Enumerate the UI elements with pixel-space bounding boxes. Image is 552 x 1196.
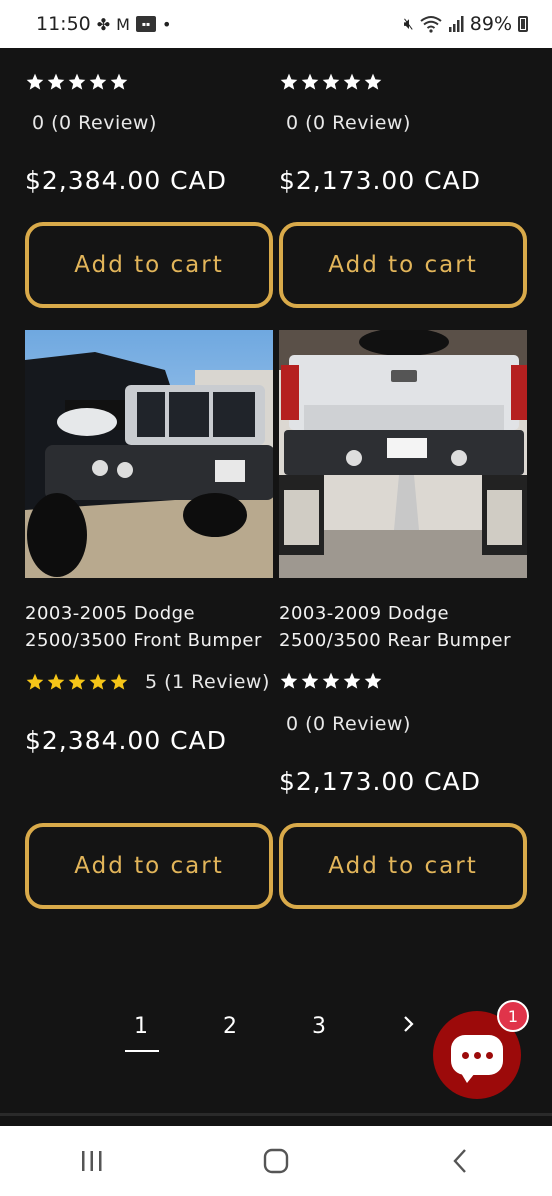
star-icon xyxy=(301,672,319,689)
rating-row: 5 (1 Review) xyxy=(25,671,270,693)
truck-rear-image xyxy=(279,330,527,578)
product-title-line: 2500/3500 Rear Bumper xyxy=(279,630,512,651)
product-price: $2,384.00 CAD xyxy=(25,726,227,755)
page-link-2[interactable]: 2 xyxy=(223,1014,237,1039)
current-page-indicator xyxy=(125,1050,159,1052)
product-title-line: 2003-2005 Dodge xyxy=(25,603,196,624)
star-icon xyxy=(364,672,382,689)
product-price: $2,173.00 CAD xyxy=(279,767,481,796)
star-icon xyxy=(343,73,361,90)
status-bar: 11:50 ✤ M ▪▪ • 🔇︎ 89% xyxy=(0,0,552,48)
add-to-cart-button[interactable]: Add to cart xyxy=(25,823,273,909)
star-icon xyxy=(301,73,319,90)
star-icon xyxy=(47,673,65,690)
star-icon xyxy=(364,73,382,90)
rating-text: 0 (0 Review) xyxy=(286,713,411,735)
star-icon xyxy=(280,672,298,689)
rating-text: 0 (0 Review) xyxy=(286,112,411,134)
rating-stars xyxy=(25,72,273,92)
chat-bubble-icon xyxy=(451,1035,503,1083)
add-to-cart-button[interactable]: Add to cart xyxy=(279,222,527,308)
footer-divider xyxy=(0,1113,552,1116)
chat-notification-badge: 1 xyxy=(497,1000,529,1032)
status-time: 11:50 xyxy=(36,13,91,35)
product-image-front-bumper[interactable] xyxy=(25,330,273,578)
star-icon xyxy=(110,73,128,90)
star-icon xyxy=(68,73,86,90)
apps-icon: ✤ xyxy=(96,14,111,34)
star-icon xyxy=(110,673,128,690)
star-icon xyxy=(68,673,86,690)
product-image-rear-bumper[interactable] xyxy=(279,330,527,578)
star-icon xyxy=(280,73,298,90)
wifi-icon xyxy=(420,15,442,33)
product-grid: 0 (0 Review) $2,384.00 CAD Add to cart 0… xyxy=(0,48,552,1116)
product-title-line: 2500/3500 Front Bumper xyxy=(25,630,262,651)
truck-front-image xyxy=(25,330,273,578)
rating-stars xyxy=(25,672,129,692)
star-icon xyxy=(89,673,107,690)
rating-stars xyxy=(279,671,383,691)
product-title[interactable]: 2003-2009 Dodge 2500/3500 Rear Bumper xyxy=(279,600,539,654)
battery-percent: 89% xyxy=(469,13,512,35)
recent-apps-icon[interactable] xyxy=(62,1136,122,1186)
battery-icon xyxy=(518,16,528,32)
page-link-3[interactable]: 3 xyxy=(312,1014,326,1039)
rating-text: 0 (0 Review) xyxy=(32,112,157,134)
product-price: $2,173.00 CAD xyxy=(279,166,481,195)
product-title-line: 2003-2009 Dodge xyxy=(279,603,450,624)
signal-icon xyxy=(448,16,464,32)
star-icon xyxy=(26,673,44,690)
product-title[interactable]: 2003-2005 Dodge 2500/3500 Front Bumper xyxy=(25,600,285,654)
android-nav-bar xyxy=(0,1126,552,1196)
rating-stars xyxy=(279,72,527,92)
add-to-cart-button[interactable]: Add to cart xyxy=(279,823,527,909)
add-to-cart-button[interactable]: Add to cart xyxy=(25,222,273,308)
star-icon xyxy=(47,73,65,90)
mute-icon: 🔇︎ xyxy=(403,14,414,33)
gmail-icon: M xyxy=(116,14,130,34)
star-icon xyxy=(89,73,107,90)
page-link-1[interactable]: 1 xyxy=(134,1014,148,1039)
back-icon[interactable] xyxy=(430,1136,490,1186)
star-icon xyxy=(26,73,44,90)
product-card xyxy=(279,72,527,92)
chevron-right-icon[interactable] xyxy=(402,1014,416,1040)
star-icon xyxy=(343,672,361,689)
notification-dot-icon: • xyxy=(161,14,172,34)
home-icon[interactable] xyxy=(246,1136,306,1186)
star-icon xyxy=(322,73,340,90)
product-card xyxy=(25,72,273,92)
product-price: $2,384.00 CAD xyxy=(25,166,227,195)
cisco-icon: ▪▪ xyxy=(135,16,156,32)
rating-text: 5 (1 Review) xyxy=(145,671,270,693)
star-icon xyxy=(322,672,340,689)
